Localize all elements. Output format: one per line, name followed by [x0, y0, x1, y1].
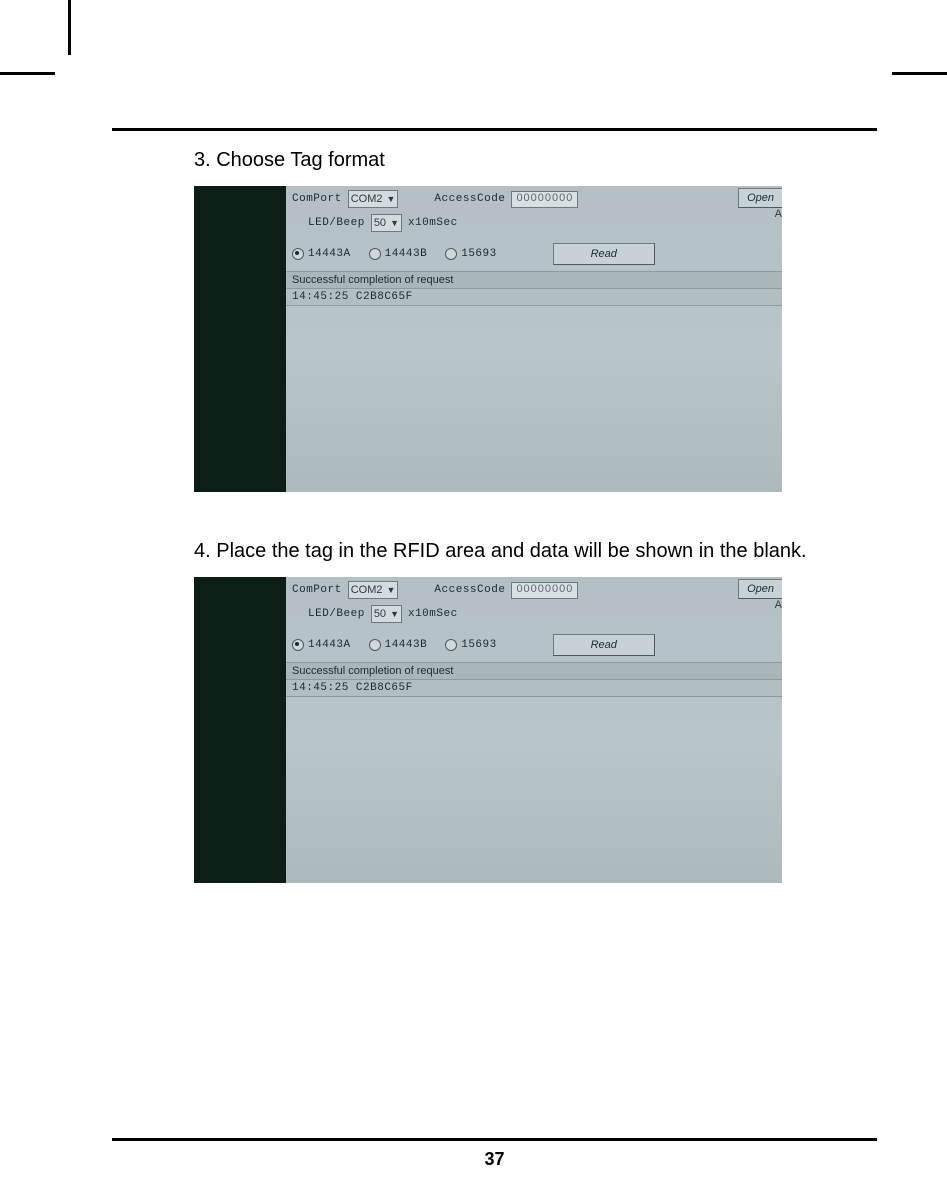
accesscode-input-2[interactable]: 00000000: [511, 582, 578, 599]
ledbeep-unit: x10mSec: [408, 217, 458, 229]
result-bar: 14:45:25 C2B8C65F: [286, 289, 782, 306]
ledbeep-select-2[interactable]: 50▼: [371, 605, 402, 623]
read-button[interactable]: Read: [553, 243, 655, 265]
ledbeep-unit-2: x10mSec: [408, 608, 458, 620]
corner-a-2: A: [775, 599, 782, 611]
open-button[interactable]: Open: [738, 188, 782, 208]
ledbeep-label: LED/Beep: [308, 217, 365, 229]
step3-caption: 3. Choose Tag format: [194, 149, 877, 172]
screenshot-2: ComPort COM2▼ AccessCode 00000000 Open A…: [194, 577, 782, 883]
radio-14443b[interactable]: 14443B: [369, 248, 428, 260]
radio-14443b-2[interactable]: 14443B: [369, 639, 428, 651]
accesscode-input[interactable]: 00000000: [511, 191, 578, 208]
accesscode-label-2: AccessCode: [434, 584, 505, 596]
read-button-2[interactable]: Read: [553, 634, 655, 656]
step4-caption: 4. Place the tag in the RFID area and da…: [194, 540, 877, 563]
status-bar-2: Successful completion of request: [286, 662, 782, 680]
comport-select-2[interactable]: COM2▼: [348, 581, 399, 599]
page-number: 37: [112, 1149, 877, 1170]
ledbeep-label-2: LED/Beep: [308, 608, 365, 620]
radio-14443a[interactable]: 14443A: [292, 248, 351, 260]
result-bar-2: 14:45:25 C2B8C65F: [286, 680, 782, 697]
comport-label: ComPort: [292, 193, 342, 205]
radio-15693-2[interactable]: 15693: [445, 639, 497, 651]
ledbeep-select[interactable]: 50▼: [371, 214, 402, 232]
screenshot-1: ComPort COM2▼ AccessCode 00000000 Open A…: [194, 186, 782, 492]
radio-14443a-2[interactable]: 14443A: [292, 639, 351, 651]
corner-a: A: [775, 208, 782, 220]
comport-select[interactable]: COM2▼: [348, 190, 399, 208]
accesscode-label: AccessCode: [434, 193, 505, 205]
radio-15693[interactable]: 15693: [445, 248, 497, 260]
open-button-2[interactable]: Open: [738, 579, 782, 599]
comport-label-2: ComPort: [292, 584, 342, 596]
status-bar: Successful completion of request: [286, 271, 782, 289]
